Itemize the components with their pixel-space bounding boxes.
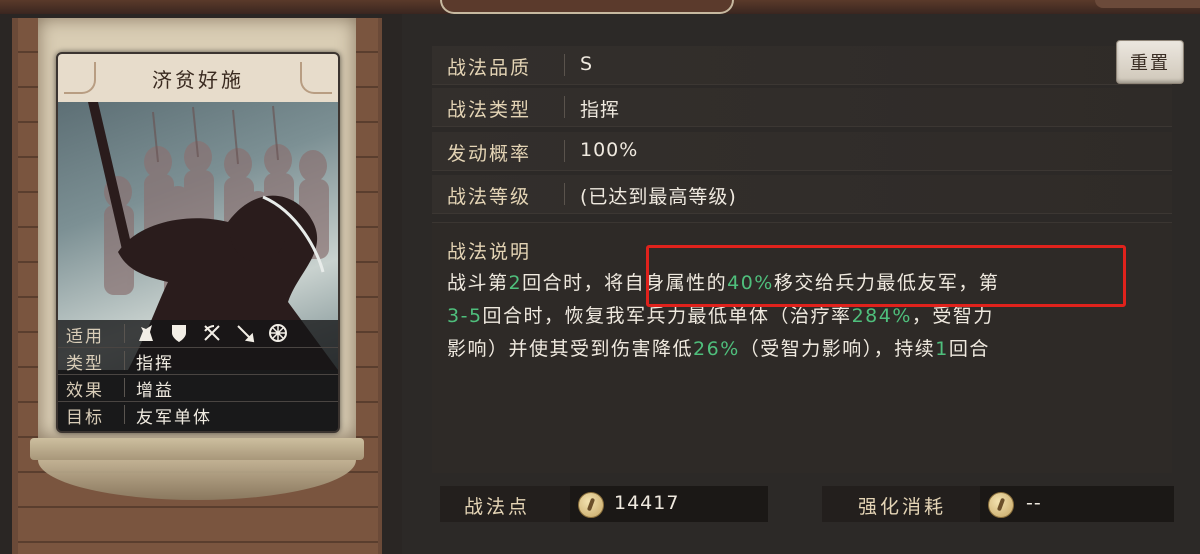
divider [564, 183, 565, 205]
description-line-3: 影响）并使其受到伤害降低26%（受智力影响），持续1回合 [447, 338, 990, 360]
field-label: 战法等级 [447, 186, 532, 208]
top-ornament [440, 0, 734, 14]
description-line-1: 战斗第2回合时，将自身属性的40%移交给兵力最低友军，第 [447, 272, 1000, 294]
info-key: 效果 [66, 381, 104, 401]
info-row-target: 目标 友军单体 [58, 401, 338, 428]
cost-label: 强化消耗 [858, 496, 947, 518]
top-ornament-right [1095, 0, 1200, 8]
description-text: 战斗第2回合时，将自身属性的40%移交给兵力最低友军，第 3-5回合时，恢复我军… [447, 267, 1167, 366]
points-value: 14417 [614, 492, 680, 514]
crossbow-icon [200, 322, 224, 344]
card-title: 济贫好施 [58, 54, 338, 102]
info-key: 目标 [66, 408, 104, 428]
field-level: 战法等级 (已达到最高等级) [432, 175, 1172, 214]
info-value: 指挥 [136, 354, 174, 374]
points-box: 14417 [570, 486, 768, 522]
tactic-card: 济贫好施 适用 类型 指挥 效果 增益 目标 友军单体 [56, 52, 340, 433]
reset-button[interactable]: 重置 [1116, 40, 1184, 84]
info-row-applicable: 适用 [58, 320, 338, 348]
info-value: 增益 [136, 381, 174, 401]
divider [124, 405, 125, 424]
tactic-points: 战法点 14417 [440, 486, 768, 522]
cavalry-icon [134, 322, 158, 344]
field-value: S [580, 53, 594, 75]
tactic-point-icon [578, 492, 604, 518]
description-box: 战法说明 战斗第2回合时，将自身属性的40%移交给兵力最低友军，第 3-5回合时… [432, 222, 1172, 473]
field-label: 战法品质 [447, 57, 532, 79]
field-label: 战法类型 [447, 99, 532, 121]
spear-icon [233, 322, 257, 344]
field-rate: 发动概率 100% [432, 132, 1172, 171]
description-line-2: 3-5回合时，恢复我军兵力最低单体（治疗率284%，受智力 [447, 305, 994, 327]
field-label: 发动概率 [447, 143, 532, 165]
field-value: (已达到最高等级) [580, 186, 737, 208]
field-type: 战法类型 指挥 [432, 88, 1172, 127]
field-value: 指挥 [580, 99, 621, 121]
info-key: 适用 [66, 327, 104, 347]
cost-value: -- [1026, 492, 1042, 514]
divider [564, 54, 565, 76]
field-value: 100% [580, 139, 639, 161]
divider [124, 378, 125, 397]
divider [564, 96, 565, 118]
info-row-type: 类型 指挥 [58, 347, 338, 375]
field-quality: 战法品质 S [432, 46, 1172, 85]
points-label: 战法点 [464, 496, 531, 518]
divider [124, 324, 125, 343]
tactic-point-icon [988, 492, 1014, 518]
cost-box: -- [980, 486, 1174, 522]
upgrade-cost: 强化消耗 -- [822, 486, 1174, 522]
card-info: 适用 类型 指挥 效果 增益 目标 友军单体 [58, 320, 338, 431]
description-title: 战法说明 [447, 241, 532, 263]
info-value: 友军单体 [136, 408, 212, 428]
info-key: 类型 [66, 354, 104, 374]
troop-type-icons [134, 322, 290, 344]
wheel-icon [266, 322, 290, 344]
parchment-rod [30, 438, 364, 460]
shield-icon [167, 322, 191, 344]
info-row-effect: 效果 增益 [58, 374, 338, 402]
divider [124, 351, 125, 370]
divider [564, 140, 565, 162]
